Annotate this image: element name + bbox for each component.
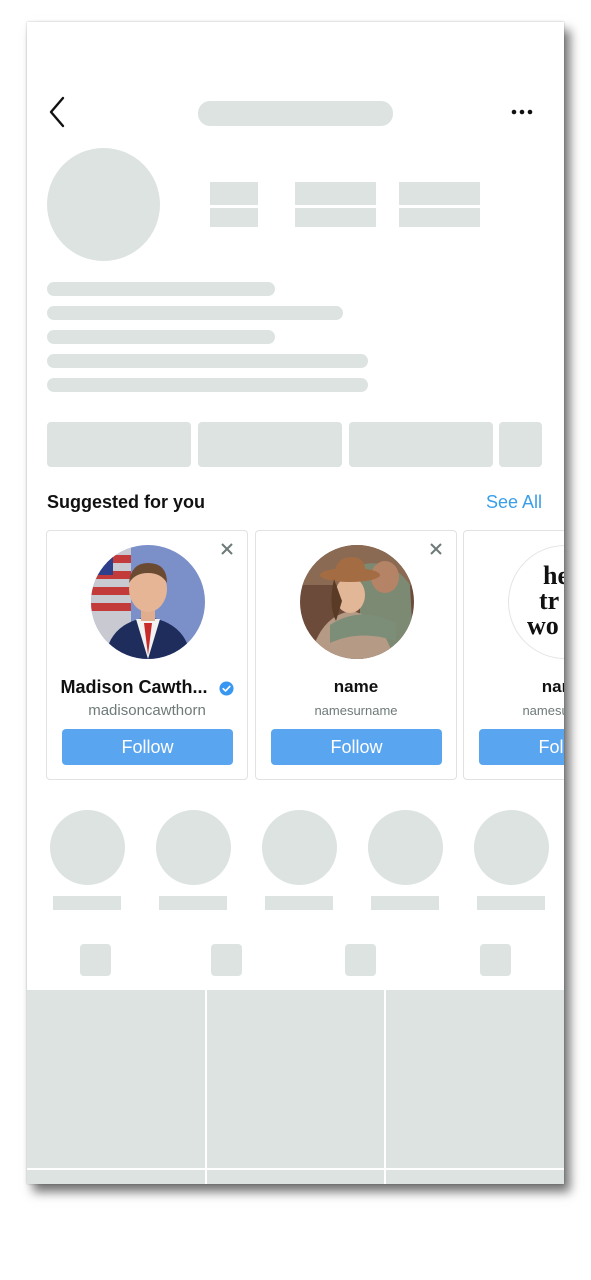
action-button-placeholder[interactable] xyxy=(198,422,342,467)
more-options-button[interactable] xyxy=(509,102,535,122)
action-button-placeholder[interactable] xyxy=(349,422,493,467)
suggestion-card: he tr wo name namesurname Follow xyxy=(463,530,564,780)
highlight-circle-placeholder[interactable] xyxy=(368,810,443,885)
stat-label-placeholder xyxy=(295,208,376,227)
suggestion-card: Madison Cawth... madisoncawthorn Follow xyxy=(46,530,248,780)
suggested-name: name xyxy=(541,677,564,696)
highlight-label-placeholder xyxy=(265,896,333,910)
suggestion-card: name namesurname Follow xyxy=(255,530,457,780)
avatar-photo xyxy=(300,545,414,659)
suggested-handle: madisoncawthorn xyxy=(88,702,206,719)
suggested-name: name xyxy=(333,677,379,696)
tab-icon-placeholder[interactable] xyxy=(211,944,242,976)
bio-line-placeholder xyxy=(47,354,368,368)
action-button-placeholder[interactable] xyxy=(47,422,191,467)
highlight-circle-placeholder[interactable] xyxy=(50,810,125,885)
suggested-name: Madison Cawth... xyxy=(47,677,247,698)
action-button-placeholder[interactable] xyxy=(499,422,542,467)
verified-badge-icon xyxy=(218,681,234,696)
highlight-circle-placeholder[interactable] xyxy=(156,810,231,885)
bio-line-placeholder xyxy=(47,306,343,320)
avatar-logo: he tr wo xyxy=(527,561,564,640)
back-button[interactable] xyxy=(45,94,73,130)
close-icon xyxy=(221,543,233,555)
ellipsis-icon xyxy=(511,109,533,115)
follow-button[interactable]: Follow xyxy=(479,729,564,765)
tab-icon-placeholder[interactable] xyxy=(80,944,111,976)
profile-avatar-placeholder xyxy=(47,148,160,261)
tab-icon-placeholder[interactable] xyxy=(345,944,376,976)
grid-divider xyxy=(205,990,207,1184)
avatar[interactable]: he tr wo xyxy=(508,545,564,659)
suggested-handle: namesurname xyxy=(314,703,398,718)
close-icon xyxy=(430,543,442,555)
bio-line-placeholder xyxy=(47,330,275,344)
grid-divider xyxy=(384,990,386,1184)
stat-label-placeholder xyxy=(210,208,258,227)
svg-text:wo: wo xyxy=(527,611,559,640)
follow-button[interactable]: Follow xyxy=(62,729,233,765)
highlight-circle-placeholder[interactable] xyxy=(474,810,549,885)
stat-label-placeholder xyxy=(399,208,480,227)
highlight-circle-placeholder[interactable] xyxy=(262,810,337,885)
stat-count-placeholder xyxy=(210,182,258,205)
suggested-title: Suggested for you xyxy=(47,492,206,512)
bio-line-placeholder xyxy=(47,378,368,392)
stat-count-placeholder xyxy=(399,182,480,205)
highlight-label-placeholder xyxy=(371,896,439,910)
chevron-left-icon xyxy=(49,96,65,128)
avatar[interactable] xyxy=(91,545,205,659)
suggested-handle: namesurname xyxy=(522,703,564,718)
username-placeholder xyxy=(198,101,393,126)
profile-screen: Suggested for you See All Madison Cawth.… xyxy=(27,22,564,1184)
highlight-label-placeholder xyxy=(53,896,121,910)
grid-divider xyxy=(27,1168,564,1170)
tab-icon-placeholder[interactable] xyxy=(480,944,511,976)
highlight-label-placeholder xyxy=(477,896,545,910)
dismiss-button[interactable] xyxy=(219,541,235,557)
bio-line-placeholder xyxy=(47,282,275,296)
follow-button[interactable]: Follow xyxy=(271,729,442,765)
avatar[interactable] xyxy=(300,545,414,659)
highlight-label-placeholder xyxy=(159,896,227,910)
see-all-link[interactable]: See All xyxy=(486,492,542,513)
avatar-photo xyxy=(91,545,205,659)
stat-count-placeholder xyxy=(295,182,376,205)
dismiss-button[interactable] xyxy=(428,541,444,557)
post-grid-placeholder xyxy=(27,990,564,1184)
